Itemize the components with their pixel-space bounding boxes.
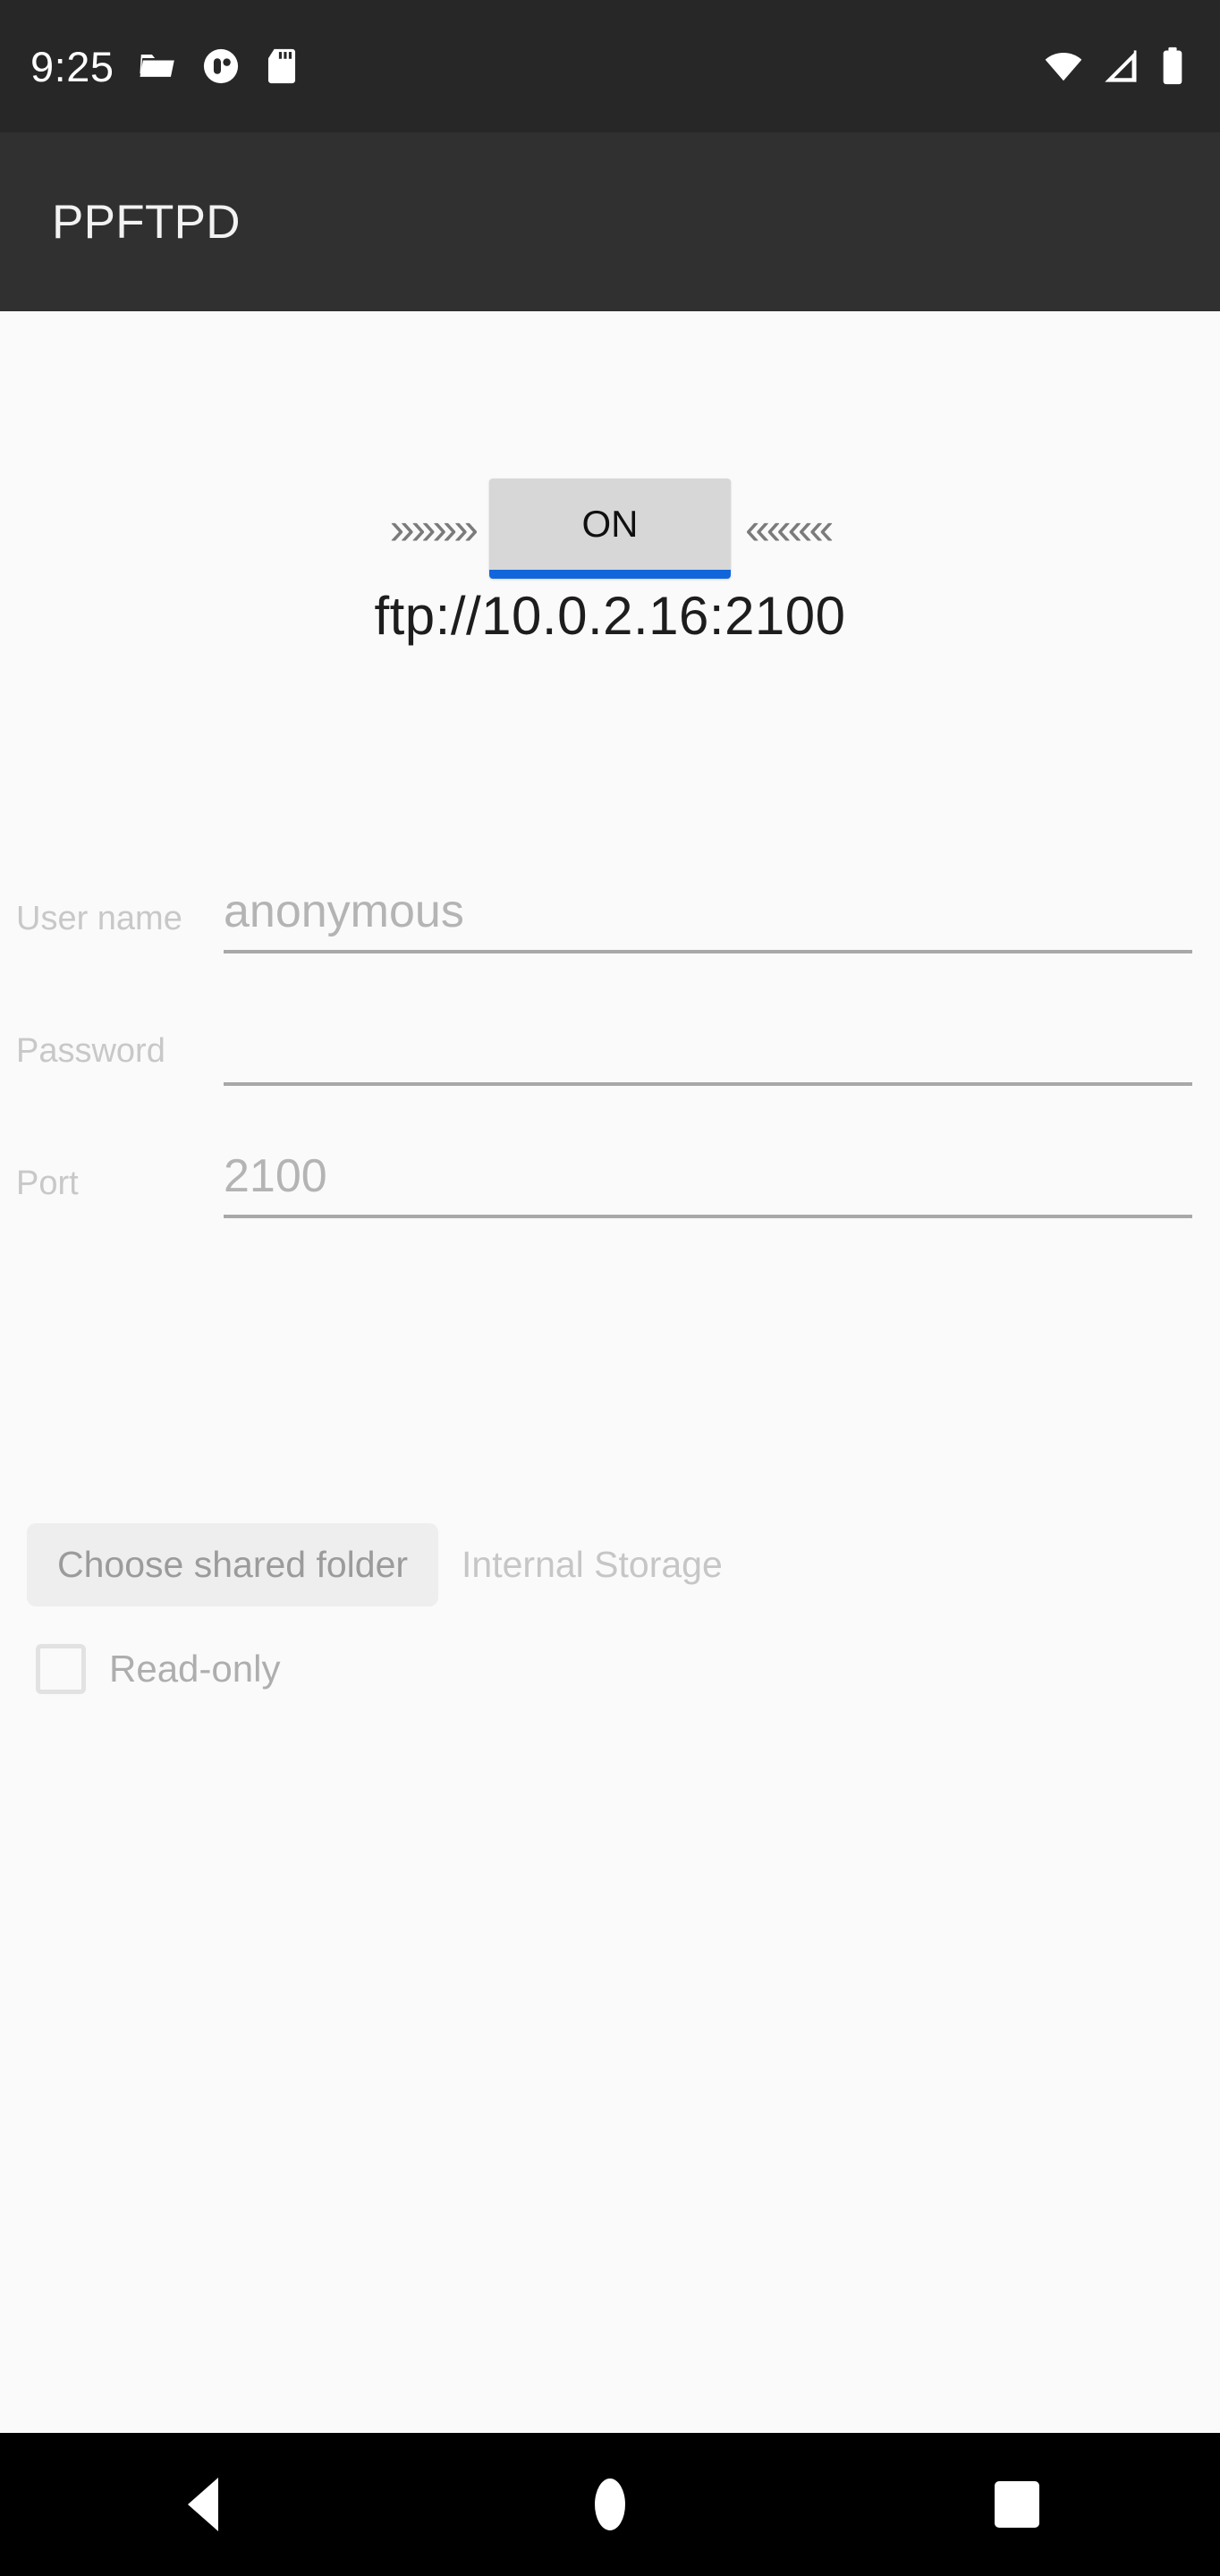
- readonly-checkbox[interactable]: [36, 1644, 86, 1694]
- battery-icon: [1163, 47, 1182, 85]
- phone-screen: 9:25 PPFTPD »»»» ON «««« ftp://10.0.2.16…: [0, 0, 1220, 2576]
- username-label: User name: [16, 900, 182, 937]
- server-toggle-row: »»»» ON ««««: [0, 477, 1220, 580]
- action-bar: PPFTPD: [0, 132, 1220, 311]
- status-bar-clock: 9:25: [30, 42, 114, 90]
- app-circle-icon: [204, 48, 239, 84]
- recents-button[interactable]: [928, 2433, 1106, 2576]
- home-circle-icon: [594, 2479, 625, 2530]
- username-underline: [224, 950, 1192, 953]
- back-triangle-icon: [188, 2478, 219, 2531]
- status-bar-right: [1043, 46, 1220, 87]
- sd-card-icon: [268, 48, 296, 84]
- status-bar-left: 9:25: [0, 46, 300, 88]
- server-power-toggle-button[interactable]: ON: [489, 479, 731, 579]
- password-field-wrap: [224, 989, 1192, 1122]
- port-field-wrap: [224, 1122, 1192, 1254]
- port-label: Port: [16, 1165, 79, 1202]
- wifi-icon: [1045, 53, 1082, 81]
- recents-square-icon: [994, 2481, 1039, 2528]
- readonly-row[interactable]: Read-only: [0, 1644, 1220, 1694]
- arrows-left-icon: »»»»: [389, 504, 479, 554]
- field-row-port: Port: [0, 1122, 1220, 1254]
- password-input[interactable]: [224, 1009, 1192, 1079]
- port-underline: [224, 1215, 1192, 1218]
- password-underline: [224, 1082, 1192, 1086]
- port-input[interactable]: [224, 1141, 1192, 1211]
- back-button[interactable]: [114, 2433, 292, 2576]
- main-content: »»»» ON «««« ftp://10.0.2.16:2100 User n…: [0, 311, 1220, 2433]
- system-navigation-bar: [0, 2433, 1220, 2576]
- shared-folder-path-label: Internal Storage: [462, 1544, 723, 1585]
- shared-folder-row: Choose shared folder Internal Storage: [0, 1523, 1220, 1606]
- readonly-label: Read-only: [109, 1648, 281, 1690]
- username-field-wrap: [224, 857, 1192, 989]
- settings-form: User name Password Port: [0, 857, 1220, 1254]
- arrows-right-icon: ««««: [745, 504, 834, 554]
- app-title: PPFTPD: [52, 195, 241, 249]
- choose-shared-folder-button[interactable]: Choose shared folder: [27, 1523, 439, 1606]
- username-input[interactable]: [224, 877, 1192, 946]
- folder-icon: [140, 54, 175, 77]
- field-row-password: Password: [0, 989, 1220, 1122]
- status-bar: 9:25: [0, 0, 1220, 132]
- ftp-url-text: ftp://10.0.2.16:2100: [374, 586, 846, 646]
- field-row-username: User name: [0, 857, 1220, 989]
- cellular-signal-icon: [1105, 50, 1137, 82]
- password-label: Password: [16, 1032, 165, 1070]
- home-button[interactable]: [521, 2433, 699, 2576]
